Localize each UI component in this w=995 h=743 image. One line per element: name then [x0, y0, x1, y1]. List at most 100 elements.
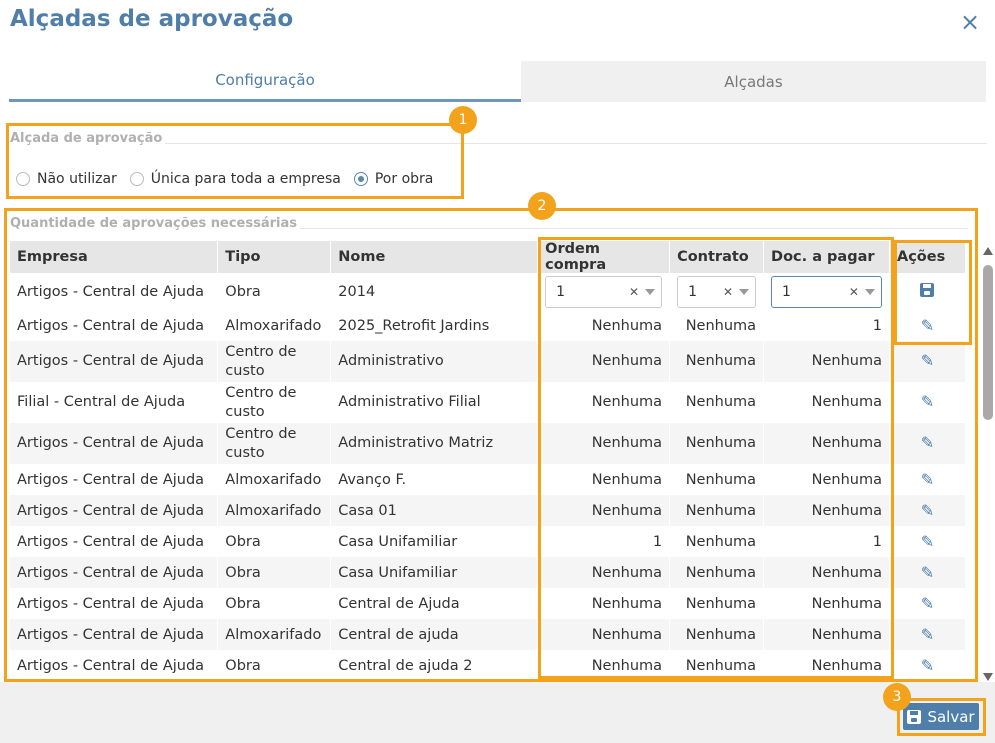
cell-tipo: Obra — [217, 526, 332, 557]
cell-acoes — [889, 273, 967, 310]
contrato-select[interactable]: 1 ✕ — [677, 275, 757, 308]
select-value: 1 — [688, 283, 697, 300]
cell-empresa: Artigos - Central de Ajuda — [10, 310, 219, 341]
cell-doc-pagar: 1 — [763, 310, 890, 341]
scroll-down-icon[interactable] — [983, 673, 993, 681]
col-header-contrato[interactable]: Contrato — [669, 241, 765, 273]
col-header-ordem-compra[interactable]: Ordem compra — [537, 241, 671, 273]
chevron-down-icon[interactable] — [645, 288, 656, 295]
cell-tipo: Centro de custo — [217, 382, 332, 423]
cell-acoes: ✎ — [889, 310, 967, 341]
cell-acoes: ✎ — [889, 423, 967, 464]
cell-contrato: Nenhuma — [669, 341, 765, 382]
save-icon — [907, 709, 922, 724]
cell-empresa: Artigos - Central de Ajuda — [10, 341, 219, 382]
divider — [165, 143, 987, 144]
chevron-down-icon[interactable] — [864, 288, 875, 295]
cell-acoes: ✎ — [889, 650, 967, 681]
clear-icon[interactable]: ✕ — [723, 285, 733, 299]
tab-alcadas[interactable]: Alçadas — [521, 61, 986, 102]
col-header-doc-pagar[interactable]: Doc. a pagar — [763, 241, 890, 273]
radio-por-obra[interactable]: Por obra — [353, 171, 434, 187]
cell-acoes: ✎ — [889, 495, 967, 526]
edit-pencil-icon[interactable]: ✎ — [921, 470, 934, 489]
edit-pencil-icon[interactable]: ✎ — [921, 433, 934, 452]
ordem-compra-select[interactable]: 1 ✕ — [545, 275, 663, 308]
scroll-up-icon[interactable] — [983, 247, 993, 255]
tab-configuracao[interactable]: Configuração — [9, 61, 521, 102]
approval-level-radio-group: Não utilizar Única para toda a empresa P… — [16, 171, 446, 187]
cell-empresa: Artigos - Central de Ajuda — [10, 464, 219, 495]
radio-circle — [129, 172, 144, 186]
edit-pencil-icon[interactable]: ✎ — [921, 625, 934, 644]
cell-acoes: ✎ — [889, 526, 967, 557]
edit-pencil-icon[interactable]: ✎ — [921, 563, 934, 582]
radio-unica-empresa[interactable]: Única para toda a empresa — [129, 171, 341, 187]
approvals-table: Empresa Tipo Nome Ordem compra Contrato … — [10, 241, 967, 681]
close-icon[interactable]: × — [960, 8, 980, 36]
save-button[interactable]: Salvar — [903, 703, 979, 730]
table-row: Filial - Central de Ajuda Centro de custo… — [10, 382, 967, 423]
edit-pencil-icon[interactable]: ✎ — [921, 316, 934, 335]
cell-nome: 2025_Retrofit Jardins — [330, 310, 539, 341]
cell-nome: Central de Ajuda — [330, 588, 539, 619]
radio-nao-utilizar[interactable]: Não utilizar — [16, 171, 117, 187]
cell-nome: Administrativo Filial — [330, 382, 539, 423]
cell-tipo: Obra — [217, 273, 332, 310]
save-icon[interactable] — [920, 282, 935, 297]
scroll-thumb[interactable] — [983, 265, 993, 420]
callout-badge-3: 3 — [883, 683, 911, 711]
cell-acoes: ✎ — [889, 588, 967, 619]
edit-pencil-icon[interactable]: ✎ — [921, 532, 934, 551]
radio-label: Por obra — [374, 171, 434, 187]
cell-empresa: Artigos - Central de Ajuda — [10, 588, 219, 619]
col-header-nome[interactable]: Nome — [330, 241, 539, 273]
cell-nome: Administrativo — [330, 341, 539, 382]
doc-pagar-select[interactable]: 1 ✕ — [771, 275, 882, 308]
radio-label: Não utilizar — [37, 171, 117, 187]
cell-ordem-compra: Nenhuma — [537, 464, 671, 495]
chevron-down-icon[interactable] — [739, 288, 750, 295]
cell-doc-pagar: Nenhuma — [763, 588, 890, 619]
cell-contrato: Nenhuma — [669, 588, 765, 619]
table-row: Artigos - Central de Ajuda Almoxarifado Ce… — [10, 619, 967, 650]
col-header-tipo[interactable]: Tipo — [217, 241, 332, 273]
edit-pencil-icon[interactable]: ✎ — [921, 392, 934, 411]
cell-ordem-compra: 1 — [537, 526, 671, 557]
clear-icon[interactable]: ✕ — [849, 285, 859, 299]
edit-pencil-icon[interactable]: ✎ — [921, 501, 934, 520]
cell-tipo: Almoxarifado — [217, 464, 332, 495]
cell-ordem-compra: Nenhuma — [537, 588, 671, 619]
cell-acoes: ✎ — [889, 557, 967, 588]
save-button-label: Salvar — [927, 707, 975, 726]
cell-doc-pagar: Nenhuma — [763, 464, 890, 495]
cell-contrato: Nenhuma — [669, 650, 765, 681]
edit-pencil-icon[interactable]: ✎ — [921, 594, 934, 613]
cell-contrato: Nenhuma — [669, 619, 765, 650]
cell-tipo: Obra — [217, 650, 332, 681]
table-row: Artigos - Central de Ajuda Obra Casa Unifa… — [10, 557, 967, 588]
cell-nome: Avanço F. — [330, 464, 539, 495]
cell-nome: 2014 — [330, 273, 539, 310]
edit-pencil-icon[interactable]: ✎ — [921, 351, 934, 370]
col-header-empresa[interactable]: Empresa — [10, 241, 219, 273]
cell-acoes: ✎ — [889, 382, 967, 423]
cell-nome: Casa Unifamiliar — [330, 557, 539, 588]
divider — [300, 228, 968, 229]
cell-ordem-compra: Nenhuma — [537, 382, 671, 423]
edit-pencil-icon[interactable]: ✎ — [921, 656, 934, 675]
cell-nome: Central de ajuda — [330, 619, 539, 650]
cell-tipo: Centro de custo — [217, 341, 332, 382]
radio-label: Única para toda a empresa — [150, 171, 341, 187]
cell-empresa: Artigos - Central de Ajuda — [10, 273, 219, 310]
clear-icon[interactable]: ✕ — [629, 285, 639, 299]
cell-tipo: Almoxarifado — [217, 619, 332, 650]
cell-contrato: Nenhuma — [669, 423, 765, 464]
cell-contrato: Nenhuma — [669, 526, 765, 557]
table-row: Artigos - Central de Ajuda Almoxarifado 20… — [10, 310, 967, 341]
cell-ordem-compra: Nenhuma — [537, 310, 671, 341]
cell-doc-pagar: Nenhuma — [763, 495, 890, 526]
cell-acoes: ✎ — [889, 464, 967, 495]
table-scrollbar[interactable] — [981, 245, 995, 681]
cell-empresa: Artigos - Central de Ajuda — [10, 495, 219, 526]
